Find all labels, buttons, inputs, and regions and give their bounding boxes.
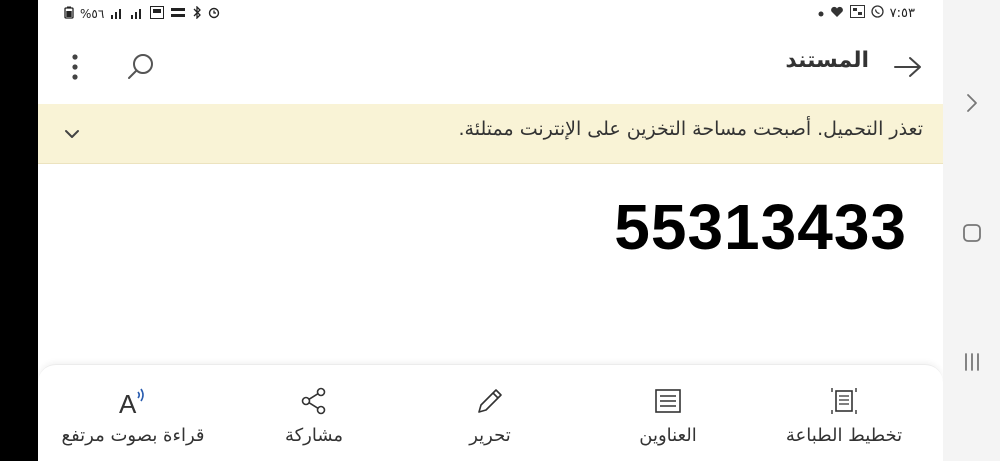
battery-icon <box>64 6 74 22</box>
headings-label: العناوين <box>639 425 697 446</box>
chevron-down-icon[interactable] <box>60 122 84 146</box>
share-icon <box>299 385 329 417</box>
edit-icon <box>475 385 505 417</box>
bottom-action-bar: A قراءة بصوت مرتفع مشاركة تحرير العناوين… <box>38 364 943 461</box>
recents-icon[interactable] <box>943 347 1000 377</box>
document-body-text[interactable]: 55313433 <box>614 190 907 264</box>
upload-error-banner: تعذر التحميل. أصبحت مساحة التخزين على ال… <box>38 104 943 164</box>
notification-dot-icon <box>818 6 824 21</box>
print-layout-button[interactable]: تخطيط الطباعة <box>764 365 924 461</box>
signal-icon <box>130 7 144 22</box>
headings-button[interactable]: العناوين <box>608 365 728 461</box>
device-bezel <box>0 0 38 461</box>
network-5g-icon <box>150 6 165 22</box>
whatsapp-icon <box>871 5 884 22</box>
clock-time: ٧:٥٣ <box>889 6 915 21</box>
device-screen: %٥٦ ٧:٥٣ المستند تعذر التحميل. أصبحت مسا… <box>0 0 1000 461</box>
read-aloud-label: قراءة بصوت مرتفع <box>61 425 205 446</box>
heart-icon <box>830 6 844 22</box>
system-navigation-bar <box>943 0 1000 461</box>
status-right: ٧:٥٣ <box>818 5 915 22</box>
banner-message: تعذر التحميل. أصبحت مساحة التخزين على ال… <box>458 118 923 140</box>
alarm-icon <box>208 6 220 22</box>
read-aloud-icon: A <box>117 385 149 417</box>
edit-label: تحرير <box>469 425 511 446</box>
share-label: مشاركة <box>284 425 344 446</box>
home-icon[interactable] <box>943 218 1000 248</box>
signal-icon <box>110 7 124 22</box>
more-vert-icon[interactable] <box>62 50 88 84</box>
edit-button[interactable]: تحرير <box>430 365 550 461</box>
app-toolbar: المستند <box>38 30 943 104</box>
volte-icon <box>170 6 186 22</box>
status-bar: %٥٦ ٧:٥٣ <box>38 0 943 30</box>
battery-percent: %٥٦ <box>80 7 105 21</box>
bluetooth-icon <box>192 5 202 22</box>
chevron-right-icon[interactable] <box>943 88 1000 118</box>
status-left: %٥٦ <box>64 5 220 22</box>
headings-icon <box>653 385 683 417</box>
read-aloud-button[interactable]: A قراءة بصوت مرتفع <box>48 365 218 461</box>
arrow-right-icon[interactable] <box>891 50 925 84</box>
search-icon[interactable] <box>124 50 158 84</box>
share-button[interactable]: مشاركة <box>254 365 374 461</box>
gallery-icon <box>849 5 865 22</box>
print-layout-label: تخطيط الطباعة <box>785 425 903 446</box>
document-title: المستند <box>785 48 869 73</box>
svg-text:A: A <box>119 389 137 416</box>
print-layout-icon <box>829 385 859 417</box>
word-app: %٥٦ ٧:٥٣ المستند تعذر التحميل. أصبحت مسا… <box>38 0 943 461</box>
